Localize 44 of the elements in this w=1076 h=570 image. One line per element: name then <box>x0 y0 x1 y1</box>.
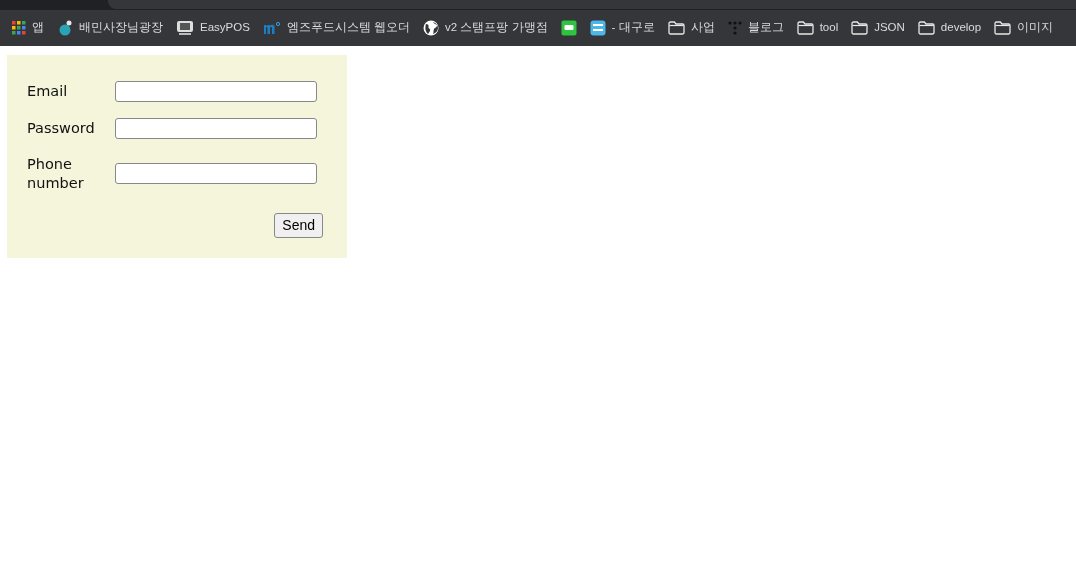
bookmark-label: develop <box>940 20 982 36</box>
app-tile-icon <box>589 20 606 36</box>
bookmark-label: 배민사장님광장 <box>79 20 163 36</box>
chat-icon <box>560 20 577 36</box>
bookmark[interactable]: JSON <box>851 19 905 37</box>
bookmark-label: v2 스탬프팡 가맹점 <box>445 20 548 36</box>
folder-icon <box>994 21 1012 35</box>
field-label: Email <box>27 82 69 101</box>
m-logo-icon <box>262 21 281 35</box>
bookmark[interactable]: 배민사장님광장 <box>57 19 163 37</box>
input-field[interactable] <box>115 118 317 139</box>
bookmark[interactable]: 사업 <box>667 19 715 37</box>
field-label: Phone number <box>27 155 85 193</box>
bookmark-label: EasyPOS <box>200 20 250 36</box>
folder-icon <box>851 21 869 35</box>
bookmark-label: 앱 <box>32 20 44 36</box>
monitor-icon <box>176 20 194 36</box>
bookmark[interactable]: 이미지 <box>994 19 1054 37</box>
globe-icon <box>423 20 440 36</box>
input-field[interactable] <box>115 81 317 102</box>
bookmark[interactable] <box>560 20 577 36</box>
field-label: Password <box>27 119 96 138</box>
grid-icon <box>12 21 26 35</box>
bookmark-label: JSON <box>874 20 905 36</box>
folder-icon <box>917 21 935 35</box>
send-button[interactable]: Send <box>274 212 323 238</box>
bookmark[interactable]: tool <box>796 19 839 37</box>
bookmark-label: - 대구로 <box>611 20 655 36</box>
folder-icon <box>796 21 814 35</box>
bookmark-label: tool <box>819 20 839 36</box>
bookmark[interactable]: 블로그 <box>727 19 784 37</box>
bookmark-label: 사업 <box>690 20 715 36</box>
bookmark[interactable]: develop <box>917 19 982 37</box>
bookmark-label: 엠즈푸드시스템 웹오더 <box>286 20 411 36</box>
bookmark[interactable]: 앱 <box>12 19 44 37</box>
dots-icon <box>727 21 742 35</box>
bookmark-label: 블로그 <box>747 20 784 36</box>
bookmark[interactable]: EasyPOS <box>176 19 250 37</box>
bookmark[interactable]: v2 스탬프팡 가맹점 <box>423 19 548 37</box>
bookmark-label: 이미지 <box>1017 20 1054 36</box>
bookmark[interactable]: - 대구로 <box>589 19 655 37</box>
input-field[interactable] <box>115 163 317 185</box>
bookmark[interactable]: 엠즈푸드시스템 웹오더 <box>262 19 411 37</box>
folder-icon <box>667 21 685 35</box>
